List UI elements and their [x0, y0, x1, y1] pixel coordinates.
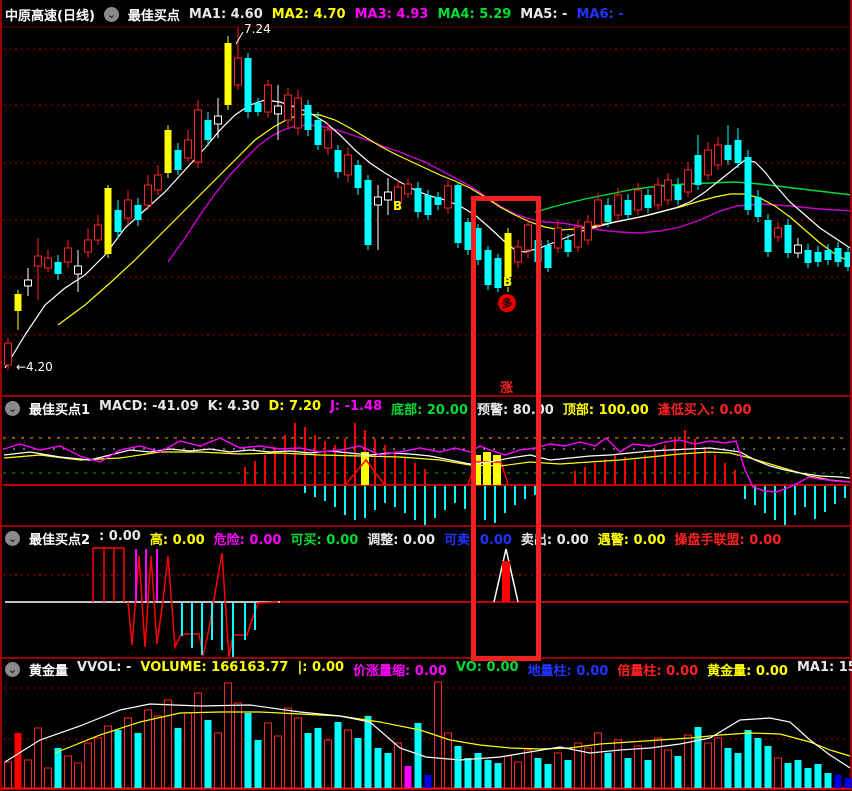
panel1-header: ⌄ 最佳买点1 MACD: -41.09 K: 4.30 D: 7.20 J: -1.…: [5, 398, 752, 418]
collapse-icon[interactable]: ⌄: [5, 530, 20, 546]
panel3-values: VVOL: - VOLUME: 166163.77 |: 0.00 价涨量缩: 0.0…: [77, 660, 852, 679]
header-value: |: 0.00: [297, 659, 345, 675]
panel3-title: 黄金量: [29, 663, 69, 679]
header-value: MA1: 4.60: [188, 6, 263, 22]
header-value: MA3: 4.93: [354, 6, 429, 22]
header-value: MA1: 151514.63: [796, 659, 852, 675]
header-value: K: 4.30: [207, 398, 260, 414]
panel2-header: ⌄ 最佳买点2 : 0.00 高: 0.00 危险: 0.00 可买: 0.00 调整:…: [5, 528, 781, 548]
main-ma-values: MA1: 4.60 MA2: 4.70 MA3: 4.93 MA4: 5.29 MA5:…: [189, 7, 624, 22]
collapse-icon[interactable]: ⌄: [5, 661, 20, 677]
header-value: VVOL: -: [77, 659, 132, 675]
main-chart-header: 中原高速(日线) ⌄ 最佳买点 MA1: 4.60 MA2: 4.70 MA3: 4…: [5, 4, 624, 24]
header-value: 顶部: 100.00: [562, 402, 649, 418]
indicator-name: 最佳买点: [127, 8, 180, 24]
header-value: D: 7.20: [268, 398, 322, 414]
header-value: 调整: 0.00: [367, 532, 436, 548]
collapse-icon[interactable]: ⌄: [103, 6, 119, 22]
header-value: 倍量柱: 0.00: [617, 663, 699, 679]
header-value: 危险: 0.00: [213, 532, 282, 548]
header-value: 底部: 20.00: [391, 402, 468, 418]
symbol-name: 中原高速(日线): [5, 8, 95, 24]
panel2-title: 最佳买点2: [29, 532, 91, 548]
stock-app-window: 中原高速(日线) ⌄ 最佳买点 MA1: 4.60 MA2: 4.70 MA3: 4…: [0, 0, 852, 791]
header-value: 操盘手联盟: 0.00: [674, 532, 782, 548]
header-value: 价涨量缩: 0.00: [353, 663, 447, 679]
header-value: J: -1.48: [330, 398, 383, 414]
panel1-values: MACD: -41.09 K: 4.30 D: 7.20 J: -1.48 底部: 20…: [99, 399, 752, 418]
header-value: MACD: -41.09: [99, 398, 199, 414]
header-value: 可买: 0.00: [290, 532, 359, 548]
header-value: 高: 0.00: [149, 532, 205, 548]
header-value: 地量柱: 0.00: [527, 663, 609, 679]
header-value: VOLUME: 166163.77: [140, 659, 289, 675]
header-value: MA5: -: [520, 6, 568, 22]
panel2-values: : 0.00 高: 0.00 危险: 0.00 可买: 0.00 调整: 0.00 可卖:…: [99, 529, 781, 548]
header-value: MA4: 5.29: [437, 6, 512, 22]
header-value: : 0.00: [99, 528, 141, 544]
low-price-label: ←4.20: [16, 360, 53, 374]
header-value: 逢低买入: 0.00: [657, 402, 752, 418]
panel3-header: ⌄ 黄金量 VVOL: - VOLUME: 166163.77 |: 0.00 价涨量…: [5, 659, 852, 679]
header-value: 黄金量: 0.00: [707, 663, 788, 679]
buy-signal-marker: B: [393, 199, 403, 213]
header-value: MA6: -: [576, 6, 624, 22]
highlight-box: [471, 196, 541, 661]
peak-price-label: 7.24: [244, 22, 271, 36]
header-value: 遇警: 0.00: [597, 532, 666, 548]
collapse-icon[interactable]: ⌄: [5, 400, 20, 416]
panel1-title: 最佳买点1: [29, 402, 91, 418]
header-value: MA2: 4.70: [271, 6, 346, 22]
header-value: VO: 0.00: [455, 659, 519, 675]
